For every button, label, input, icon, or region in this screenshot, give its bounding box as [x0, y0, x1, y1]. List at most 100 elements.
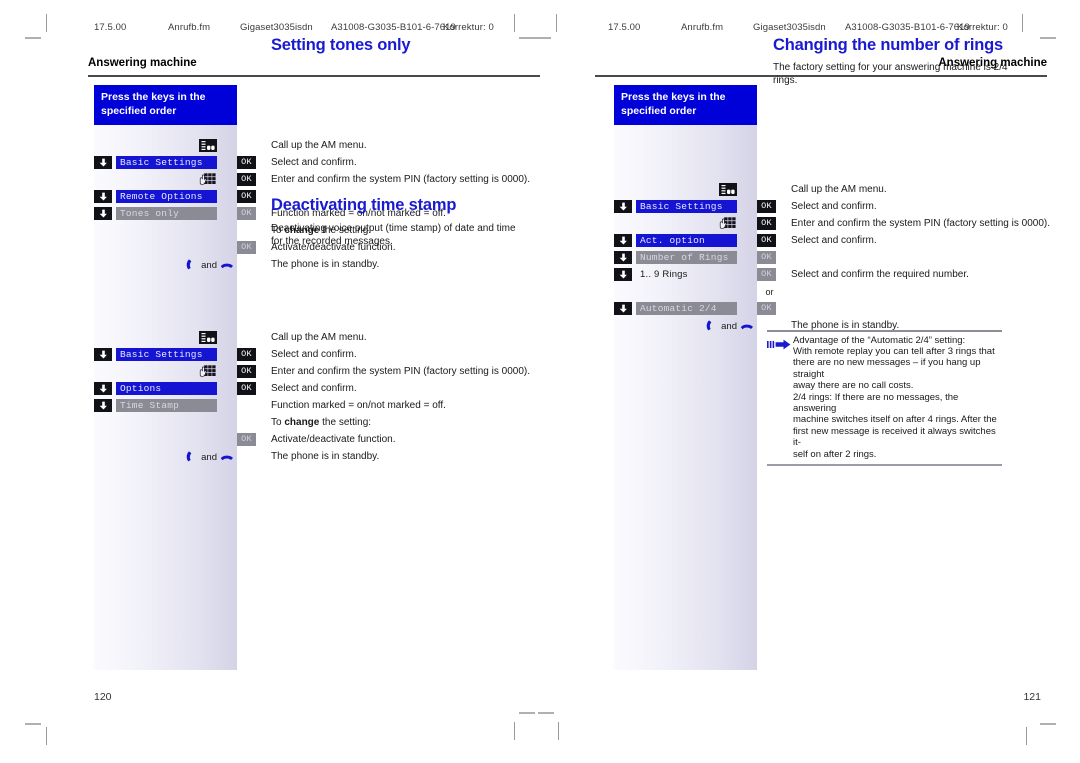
ok-key[interactable]: OK [237, 173, 256, 186]
step-ok-cell: OK [237, 432, 262, 449]
crop-mark-bl-v [46, 727, 47, 745]
step-keys [94, 415, 237, 432]
ok-key[interactable]: OK [237, 207, 256, 220]
nav-down-key[interactable] [94, 348, 112, 361]
ok-key[interactable]: OK [757, 217, 776, 230]
nav-down-key[interactable] [614, 200, 632, 213]
keypad-icon[interactable] [199, 173, 219, 186]
step-ok-cell: OK [757, 233, 782, 250]
step-keys [94, 138, 237, 155]
nav-down-key[interactable] [614, 251, 632, 264]
step-list-left: Call up the AM menu. Basic Settings OK Sele… [94, 138, 540, 466]
am-menu-icon[interactable] [719, 183, 739, 196]
ok-key[interactable]: OK [757, 234, 776, 247]
display-field[interactable]: Basic Settings [636, 200, 737, 213]
section-title-changing-number-of-rings: Changing the number of rings [773, 36, 1003, 54]
header-rule-left [88, 75, 540, 77]
display-field[interactable]: Basic Settings [116, 348, 217, 361]
step-instruction: Activate/deactivate function. [271, 434, 396, 445]
display-field[interactable]: 1.. 9 Rings [636, 268, 737, 281]
ok-key[interactable]: OK [757, 268, 776, 281]
pickup-call-key-icon[interactable] [185, 258, 198, 274]
nav-down-key[interactable] [614, 302, 632, 315]
nav-down-key[interactable] [94, 382, 112, 395]
display-field[interactable]: Automatic 2/4 [636, 302, 737, 315]
display-field[interactable]: Number of Rings [636, 251, 737, 264]
and-label: and [201, 260, 217, 271]
step-instruction: Enter and confirm the system PIN (factor… [271, 366, 530, 377]
step-row: or [614, 284, 1060, 301]
step-keys: and [94, 257, 237, 274]
hangup-call-key-icon[interactable] [220, 450, 234, 466]
step-keys [94, 240, 237, 257]
keypad-icon[interactable] [719, 217, 739, 230]
ok-key[interactable]: OK [757, 251, 776, 264]
handset-keys: and [94, 257, 237, 274]
ok-key[interactable]: OK [237, 156, 256, 169]
ok-key[interactable]: OK [237, 348, 256, 361]
tip-note-box: Advantage of the “Automatic 2/4” setting… [767, 330, 1002, 467]
ok-key[interactable]: OK [757, 302, 776, 315]
nav-down-key[interactable] [614, 234, 632, 247]
step-instruction: The phone is in standby. [271, 451, 380, 462]
nav-down-key[interactable] [94, 190, 112, 203]
crop-mark-tl-h [25, 37, 41, 39]
nav-down-key[interactable] [94, 399, 112, 412]
step-ok-cell: OK [237, 364, 262, 381]
step-list-right: Call up the AM menu. Basic Settings OK Sele… [614, 182, 1060, 335]
step-keys: and [94, 449, 237, 466]
keypad-icon[interactable] [199, 365, 219, 378]
step-row: Call up the AM menu. [94, 330, 540, 347]
hangup-call-key-icon[interactable] [220, 258, 234, 274]
am-menu-icon[interactable] [199, 331, 219, 344]
ok-key[interactable]: OK [237, 382, 256, 395]
step-row: Automatic 2/4 OK [614, 301, 1060, 318]
step-row: OK Enter and confirm the system PIN (fact… [94, 364, 540, 381]
step-keys: Basic Settings [94, 155, 237, 172]
ok-key[interactable]: OK [237, 433, 256, 446]
ok-key[interactable]: OK [237, 190, 256, 203]
intro-deactivating-time-stamp: Deactivating voice output (time stamp) o… [271, 223, 516, 247]
step-instruction: Select and confirm. [271, 349, 357, 360]
ok-key[interactable]: OK [237, 365, 256, 378]
step-ok-cell: OK [757, 216, 782, 233]
crop-mark-tc-right-v [556, 14, 557, 32]
step-keys: Automatic 2/4 [614, 301, 757, 318]
display-field[interactable]: Time Stamp [116, 399, 217, 412]
am-menu-icon[interactable] [199, 139, 219, 152]
display-field[interactable]: Act. option [636, 234, 737, 247]
ok-key[interactable]: OK [237, 241, 256, 254]
page-120: Answering machine Press the keys in the s… [75, 0, 540, 763]
step-row: To change the setting: [94, 415, 540, 432]
step-row: Call up the AM menu. [94, 138, 540, 155]
step-row: OK Enter and confirm the system PIN (fact… [94, 172, 540, 189]
heading-line: specified order [101, 104, 177, 117]
key-column-heading-left: Press the keys in the specified order [94, 85, 237, 125]
nav-down-key[interactable] [614, 268, 632, 281]
step-keys [614, 182, 757, 199]
step-row: OK Activate/deactivate function. [94, 432, 540, 449]
ok-key[interactable]: OK [757, 200, 776, 213]
display-field[interactable]: Tones only [116, 207, 217, 220]
pickup-call-key-icon[interactable] [705, 319, 718, 335]
note-line: self on after 2 rings. [793, 448, 877, 460]
step-keys: 1.. 9 Rings [614, 267, 757, 284]
display-field[interactable]: Remote Options [116, 190, 217, 203]
step-keys: and [614, 318, 757, 335]
pickup-call-key-icon[interactable] [185, 450, 198, 466]
heading-line: Press the keys in the [101, 91, 206, 103]
step-instruction: Call up the AM menu. [271, 332, 367, 343]
nav-down-key[interactable] [94, 156, 112, 169]
hangup-call-key-icon[interactable] [740, 319, 754, 335]
display-field[interactable]: Options [116, 382, 217, 395]
step-instruction: The phone is in standby. [271, 259, 380, 270]
folio-right: 121 [1023, 691, 1041, 703]
step-ok-cell: OK [237, 381, 262, 398]
display-field[interactable]: Basic Settings [116, 156, 217, 169]
nav-down-key[interactable] [94, 207, 112, 220]
step-keys: Time Stamp [94, 398, 237, 415]
step-instruction: Enter and confirm the system PIN (factor… [791, 218, 1050, 229]
step-ok-cell: OK [757, 199, 782, 216]
note-line: there are no new messages – if you hang … [793, 357, 981, 380]
